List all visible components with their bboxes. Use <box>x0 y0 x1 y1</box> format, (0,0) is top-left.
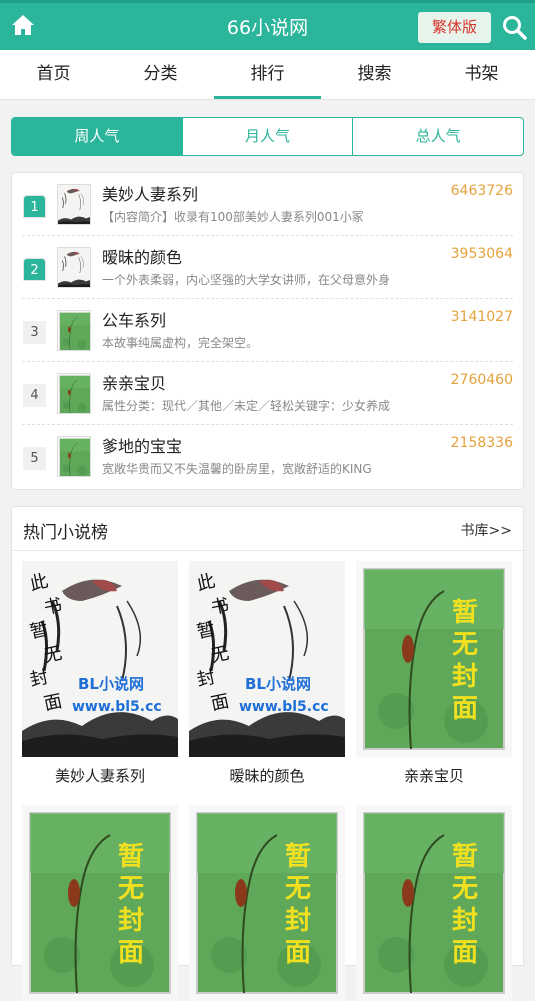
rank-number: 2 <box>23 258 46 281</box>
nav-item[interactable]: 分类 <box>107 50 214 99</box>
book-thumbnail[interactable] <box>57 436 91 477</box>
svg-text:暂: 暂 <box>118 841 144 872</box>
svg-text:暂: 暂 <box>452 597 478 628</box>
book-description: 宽敞华贵而又不失温馨的卧房里，宽敞舒适的KING <box>102 462 372 476</box>
popularity-count: 3141027 <box>450 309 513 325</box>
svg-text:封: 封 <box>118 906 144 936</box>
rank-number: 1 <box>23 195 46 218</box>
ranking-tab[interactable]: 月人气 <box>181 118 353 155</box>
svg-text:无: 无 <box>452 630 478 660</box>
book-card-title[interactable]: 亲亲宝贝 <box>356 765 512 786</box>
book-card[interactable]: 暂无封面 <box>356 805 512 1001</box>
ink-painting-cover: 此书暂无封面BL小说网www.bl5.cc <box>189 561 345 757</box>
no-cover-placeholder: 暂无封面 <box>356 561 512 757</box>
svg-text:www.bl5.cc: www.bl5.cc <box>239 699 329 715</box>
book-card-title[interactable]: 美妙人妻系列 <box>22 765 178 786</box>
rank-number: 3 <box>23 321 46 344</box>
book-cover[interactable]: 此书暂无封面 BL小说网 www.bl5.cc <box>22 561 178 757</box>
ranking-row[interactable]: 1 美妙人妻系列 6463726 【内容简介】收录有100部美妙人妻系列001小冢 <box>12 173 523 236</box>
hot-section-header: 热门小说榜 书库>> <box>12 507 523 551</box>
nav-item[interactable]: 搜索 <box>321 50 428 99</box>
book-cover[interactable]: 此书暂无封面 BL小说网 www.bl5.cc <box>189 561 345 757</box>
nav-item[interactable]: 首页 <box>0 50 107 99</box>
book-title[interactable]: 美妙人妻系列 <box>102 181 198 205</box>
svg-text:无: 无 <box>452 874 478 904</box>
no-cover-placeholder <box>58 437 90 476</box>
svg-text:www.bl5.cc: www.bl5.cc <box>72 699 162 715</box>
book-card[interactable]: 暂无封面 <box>22 805 178 1001</box>
svg-text:无: 无 <box>285 874 311 904</box>
svg-text:封: 封 <box>452 662 478 692</box>
book-description: 一个外表柔弱，内心坚强的大学女讲师，在父母意外身 <box>102 273 391 287</box>
book-title[interactable]: 公车系列 <box>102 307 166 331</box>
ink-painting-cover: 此书暂无封面BL小说网www.bl5.cc <box>22 561 178 757</box>
book-cover[interactable]: 暂无封面 <box>356 561 512 757</box>
book-title[interactable]: 亲亲宝贝 <box>102 370 166 394</box>
book-card[interactable]: 暂无封面 <box>189 805 345 1001</box>
no-cover-placeholder: 暂无封面 <box>22 805 178 1001</box>
book-description: 【内容简介】收录有100部美妙人妻系列001小冢 <box>102 210 364 224</box>
book-title[interactable]: 爹地的宝宝 <box>102 433 182 457</box>
svg-text:暂: 暂 <box>285 841 311 872</box>
popularity-count: 6463726 <box>450 183 513 199</box>
book-description: 属性分类：现代／其他／未定／轻松关键字：少女养成 <box>102 399 391 413</box>
traditional-chinese-button[interactable]: 繁体版 <box>418 12 491 43</box>
ranking-row[interactable]: 4 亲亲宝贝 2760460 属性分类：现代／其他／未定／轻松关键字：少女养成 <box>12 362 523 425</box>
book-card[interactable]: 此书暂无封面 BL小说网 www.bl5.cc 美妙人妻系列 <box>22 561 178 786</box>
library-link[interactable]: 书库>> <box>461 520 512 540</box>
svg-text:面: 面 <box>452 694 478 724</box>
nav-item[interactable]: 书架 <box>428 50 535 99</box>
book-card[interactable]: 暂无封面亲亲宝贝 <box>356 561 512 786</box>
ranking-row[interactable]: 2 暧昧的颜色 3953064 一个外表柔弱，内心坚强的大学女讲师，在父母意外身 <box>12 236 523 299</box>
no-cover-placeholder: 暂无封面 <box>189 805 345 1001</box>
no-cover-placeholder: 暂无封面 <box>356 805 512 1001</box>
search-icon[interactable] <box>500 13 528 41</box>
app-header: 66小说网 繁体版 <box>0 0 535 50</box>
book-cover[interactable]: 暂无封面 <box>356 805 512 1001</box>
section-title: 热门小说榜 <box>23 523 108 543</box>
book-cover[interactable]: 暂无封面 <box>189 805 345 1001</box>
svg-text:封: 封 <box>285 906 311 936</box>
ranking-tab[interactable]: 周人气 <box>12 118 182 155</box>
ranking-tab[interactable]: 总人气 <box>352 118 523 155</box>
no-cover-placeholder <box>58 311 90 350</box>
no-cover-placeholder <box>58 374 90 413</box>
book-card-title[interactable]: 暧昧的颜色 <box>189 765 345 786</box>
rank-number: 4 <box>23 384 46 407</box>
popularity-count: 2760460 <box>450 372 513 388</box>
book-description: 本故事纯属虚构，完全架空。 <box>102 336 259 350</box>
main-nav: 首页 分类 排行 搜索 书架 <box>0 50 535 100</box>
book-card[interactable]: 此书暂无封面 BL小说网 www.bl5.cc 暧昧的颜色 <box>189 561 345 786</box>
svg-text:面: 面 <box>118 938 144 968</box>
svg-text:无: 无 <box>118 874 144 904</box>
popularity-count: 3953064 <box>450 246 513 262</box>
book-title[interactable]: 暧昧的颜色 <box>102 244 182 268</box>
book-thumbnail[interactable] <box>57 310 91 351</box>
book-thumbnail[interactable] <box>57 184 91 225</box>
ink-painting-cover <box>58 185 90 224</box>
book-thumbnail[interactable] <box>57 373 91 414</box>
svg-text:BL小说网: BL小说网 <box>78 675 144 693</box>
ranking-row[interactable]: 5 爹地的宝宝 2158336 宽敞华贵而又不失温馨的卧房里，宽敞舒适的KING <box>12 425 523 488</box>
rank-number: 5 <box>23 447 46 470</box>
svg-text:BL小说网: BL小说网 <box>245 675 311 693</box>
ranking-row[interactable]: 3 公车系列 3141027 本故事纯属虚构，完全架空。 <box>12 299 523 362</box>
ranking-list: 1 美妙人妻系列 6463726 【内容简介】收录有100部美妙人妻系列001小冢 2 暧… <box>11 172 524 490</box>
svg-text:面: 面 <box>285 938 311 968</box>
hot-novels-section: 热门小说榜 书库>> 此书暂无封面 BL小说网 www.bl5.cc 美妙人妻系列此书… <box>11 506 524 1001</box>
svg-text:面: 面 <box>452 938 478 968</box>
ink-painting-cover <box>58 248 90 287</box>
popularity-count: 2158336 <box>450 435 513 451</box>
svg-text:封: 封 <box>452 906 478 936</box>
book-cover[interactable]: 暂无封面 <box>22 805 178 1001</box>
svg-text:暂: 暂 <box>452 841 478 872</box>
nav-item[interactable]: 排行 <box>214 50 321 99</box>
book-thumbnail[interactable] <box>57 247 91 288</box>
ranking-tabs: 周人气 月人气 总人气 <box>11 117 524 156</box>
